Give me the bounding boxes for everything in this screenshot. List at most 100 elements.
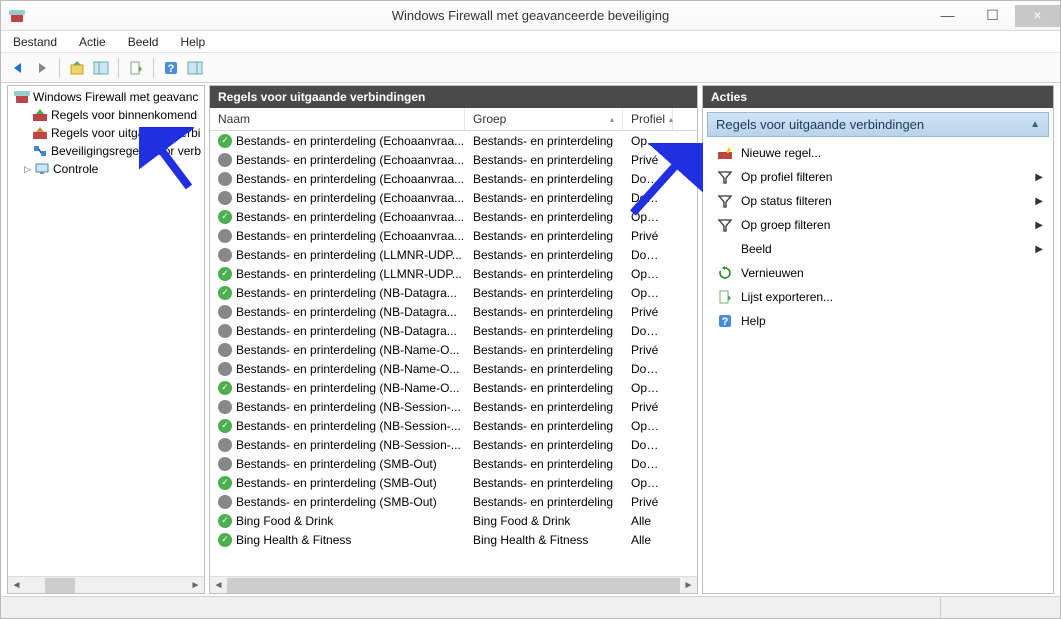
collapse-icon[interactable]: ▲ xyxy=(1030,119,1040,130)
rule-disabled-icon xyxy=(218,400,232,414)
table-row[interactable]: Bestands- en printerdeling (Echoaanvraa.… xyxy=(210,150,697,169)
tree-pane: Windows Firewall met geavanc Regels voor… xyxy=(7,85,205,594)
rule-profile: Openb xyxy=(623,419,673,433)
action-label: Lijst exporteren... xyxy=(741,290,833,304)
rule-disabled-icon xyxy=(218,343,232,357)
menu-bestand[interactable]: Bestand xyxy=(9,33,61,51)
show-tree-button[interactable] xyxy=(90,57,112,79)
help-button[interactable]: ? xyxy=(160,57,182,79)
actions-heading[interactable]: Regels voor uitgaande verbindingen ▲ xyxy=(707,112,1049,137)
table-row[interactable]: Bestands- en printerdeling (Echoaanvraa.… xyxy=(210,207,697,226)
rule-profile: Alle xyxy=(623,533,673,547)
tree-item-connection-security[interactable]: Beveiligingsregels voor verb xyxy=(10,142,202,160)
rule-profile: Openb xyxy=(623,381,673,395)
rule-disabled-icon xyxy=(218,248,232,262)
column-header-group[interactable]: Groep▴ xyxy=(465,108,623,130)
table-row[interactable]: Bestands- en printerdeling (NB-Name-O...… xyxy=(210,340,697,359)
rule-group: Bestands- en printerdeling xyxy=(465,191,623,205)
rule-group: Bing Health & Fitness xyxy=(465,533,623,547)
table-row[interactable]: Bing Health & FitnessBing Health & Fitne… xyxy=(210,530,697,549)
rule-enabled-icon xyxy=(218,134,232,148)
rule-name: Bestands- en printerdeling (LLMNR-UDP... xyxy=(236,248,462,262)
table-row[interactable]: Bestands- en printerdeling (Echoaanvraa.… xyxy=(210,131,697,150)
rule-group: Bestands- en printerdeling xyxy=(465,210,623,224)
rule-disabled-icon xyxy=(218,495,232,509)
rule-disabled-icon xyxy=(218,457,232,471)
close-button[interactable]: × xyxy=(1015,5,1060,27)
action-help[interactable]: ?Help xyxy=(703,309,1053,333)
table-row[interactable]: Bestands- en printerdeling (LLMNR-UDP...… xyxy=(210,245,697,264)
actions-pane: Acties Regels voor uitgaande verbindinge… xyxy=(702,85,1054,594)
tree-item-inbound[interactable]: Regels voor binnenkomend xyxy=(10,106,202,124)
list-header: Naam Groep▴ Profiel▴ xyxy=(210,108,697,131)
menu-bar: Bestand Actie Beeld Help xyxy=(1,31,1060,53)
tree-item-monitoring[interactable]: ▷ Controle xyxy=(10,160,202,178)
minimize-button[interactable]: — xyxy=(925,5,970,27)
rule-disabled-icon xyxy=(218,324,232,338)
list-pane: Regels voor uitgaande verbindingen Naam … xyxy=(209,85,698,594)
maximize-button[interactable]: ☐ xyxy=(970,5,1015,27)
list-body[interactable]: Bestands- en printerdeling (Echoaanvraa.… xyxy=(210,131,697,576)
action-label: Help xyxy=(741,314,766,328)
table-row[interactable]: Bestands- en printerdeling (Echoaanvraa.… xyxy=(210,188,697,207)
rule-enabled-icon xyxy=(218,381,232,395)
action-label: Op profiel filteren xyxy=(741,170,832,184)
rule-enabled-icon xyxy=(218,533,232,547)
action-beeld[interactable]: Beeld▶ xyxy=(703,237,1053,261)
rule-profile: Privé xyxy=(623,153,673,167)
table-row[interactable]: Bestands- en printerdeling (LLMNR-UDP...… xyxy=(210,264,697,283)
rule-profile: Privé xyxy=(623,495,673,509)
toolbar: ? xyxy=(1,53,1060,83)
rule-enabled-icon xyxy=(218,210,232,224)
svg-text:?: ? xyxy=(168,63,175,75)
action-nieuwe-regel[interactable]: Nieuwe regel... xyxy=(703,141,1053,165)
back-button[interactable] xyxy=(7,57,29,79)
export-button[interactable] xyxy=(125,57,147,79)
action-label: Op status filteren xyxy=(741,194,832,208)
expander-icon[interactable]: ▷ xyxy=(24,164,32,175)
table-row[interactable]: Bestands- en printerdeling (NB-Datagra..… xyxy=(210,321,697,340)
rule-group: Bestands- en printerdeling xyxy=(465,457,623,471)
table-row[interactable]: Bestands- en printerdeling (Echoaanvraa.… xyxy=(210,226,697,245)
menu-help[interactable]: Help xyxy=(176,33,209,51)
table-row[interactable]: Bestands- en printerdeling (SMB-Out)Best… xyxy=(210,473,697,492)
menu-actie[interactable]: Actie xyxy=(75,33,110,51)
actions-pane-button[interactable] xyxy=(184,57,206,79)
table-row[interactable]: Bestands- en printerdeling (NB-Name-O...… xyxy=(210,359,697,378)
window-title: Windows Firewall met geavanceerde beveil… xyxy=(1,8,1060,23)
table-row[interactable]: Bestands- en printerdeling (Echoaanvraa.… xyxy=(210,169,697,188)
up-button[interactable] xyxy=(66,57,88,79)
table-row[interactable]: Bestands- en printerdeling (NB-Datagra..… xyxy=(210,302,697,321)
table-row[interactable]: Bing Food & DrinkBing Food & DrinkAlle xyxy=(210,511,697,530)
tree-root[interactable]: Windows Firewall met geavanc xyxy=(10,88,202,106)
table-row[interactable]: Bestands- en printerdeling (NB-Session-.… xyxy=(210,397,697,416)
table-row[interactable]: Bestands- en printerdeling (NB-Datagra..… xyxy=(210,283,697,302)
action-op-status-filteren[interactable]: Op status filteren ▶ xyxy=(703,189,1053,213)
rule-group: Bestands- en printerdeling xyxy=(465,153,623,167)
action-vernieuwen[interactable]: Vernieuwen xyxy=(703,261,1053,285)
forward-button[interactable] xyxy=(31,57,53,79)
statusbar-grip xyxy=(940,597,1060,618)
rule-enabled-icon xyxy=(218,514,232,528)
rule-group: Bestands- en printerdeling xyxy=(465,362,623,376)
rule-name: Bestands- en printerdeling (Echoaanvraa.… xyxy=(236,210,464,224)
tree-item-outbound[interactable]: Regels voor uitgaande verbi xyxy=(10,124,202,142)
menu-beeld[interactable]: Beeld xyxy=(124,33,163,51)
table-row[interactable]: Bestands- en printerdeling (NB-Name-O...… xyxy=(210,378,697,397)
rule-group: Bestands- en printerdeling xyxy=(465,229,623,243)
column-header-profile[interactable]: Profiel▴ xyxy=(623,108,673,130)
action-op-profiel-filteren[interactable]: Op profiel filteren▶ xyxy=(703,165,1053,189)
rule-name: Bestands- en printerdeling (Echoaanvraa.… xyxy=(236,153,464,167)
column-header-name[interactable]: Naam xyxy=(210,108,465,130)
table-row[interactable]: Bestands- en printerdeling (NB-Session-.… xyxy=(210,416,697,435)
table-row[interactable]: Bestands- en printerdeling (SMB-Out)Best… xyxy=(210,492,697,511)
action-lijst-exporteren[interactable]: Lijst exporteren... xyxy=(703,285,1053,309)
sort-indicator-icon: ▴ xyxy=(610,115,614,124)
table-row[interactable]: Bestands- en printerdeling (NB-Session-.… xyxy=(210,435,697,454)
list-horizontal-scrollbar[interactable]: ◄► xyxy=(210,576,697,593)
tree-horizontal-scrollbar[interactable]: ◄► xyxy=(8,576,204,593)
rule-group: Bestands- en printerdeling xyxy=(465,267,623,281)
action-op-groep-filteren[interactable]: Op groep filteren▶ xyxy=(703,213,1053,237)
table-row[interactable]: Bestands- en printerdeling (SMB-Out)Best… xyxy=(210,454,697,473)
submenu-arrow-icon: ▶ xyxy=(1035,196,1043,207)
